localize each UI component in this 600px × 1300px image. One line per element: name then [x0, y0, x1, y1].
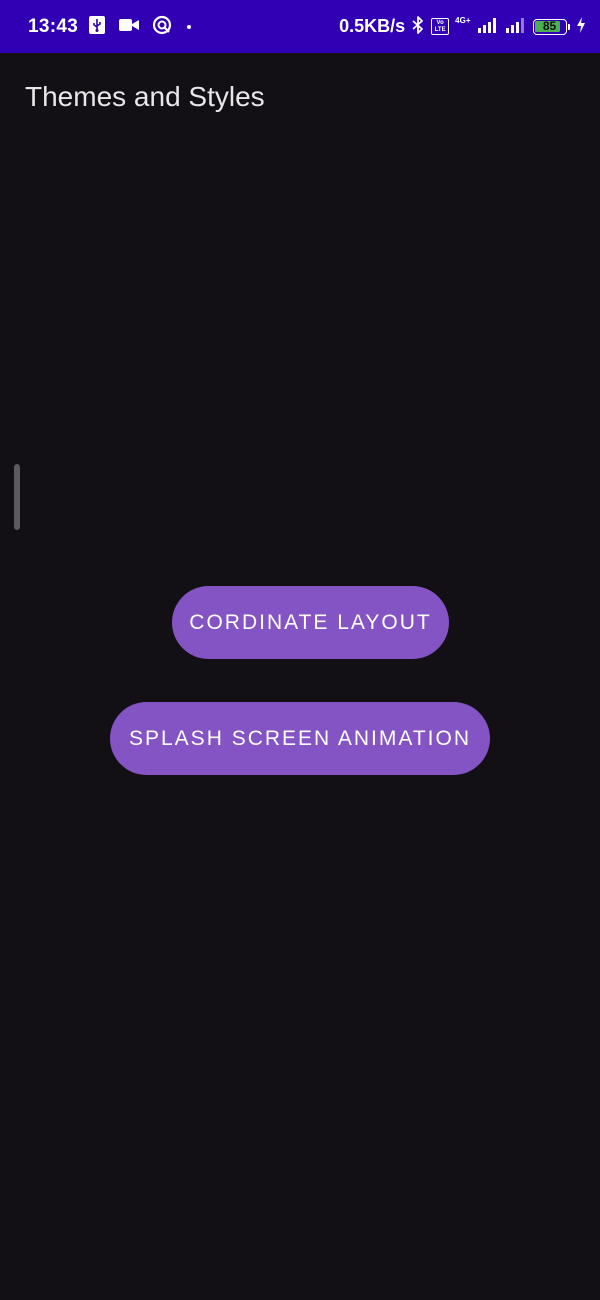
charging-bolt-icon — [576, 16, 586, 38]
cordinate-layout-button[interactable]: CORDINATE LAYOUT — [172, 586, 449, 659]
usb-icon — [88, 15, 106, 39]
status-right-icons: 0.5KB/s Vo LTE 4G+ 85 — [339, 15, 586, 39]
status-time: 13:43 — [28, 15, 79, 37]
battery-icon: 85 — [532, 18, 570, 35]
splash-screen-animation-button[interactable]: SPLASH SCREEN ANIMATION — [110, 702, 490, 775]
signal-strength-secondary-icon — [505, 16, 527, 38]
network-type: 4G+ — [455, 16, 471, 25]
status-left-icons — [88, 15, 194, 39]
dot-icon — [184, 17, 194, 36]
volte-icon: Vo LTE — [431, 18, 450, 35]
bluetooth-icon — [411, 15, 425, 39]
video-camera-icon — [118, 17, 140, 37]
signal-strength-icon — [477, 16, 499, 38]
status-bar: 13:43 0.5KB/s Vo LTE 4G+ 85 — [0, 0, 600, 53]
network-speed: 0.5KB/s — [339, 16, 406, 36]
hotspot-icon — [152, 15, 172, 39]
scroll-indicator[interactable] — [14, 464, 20, 530]
battery-level: 85 — [542, 18, 557, 33]
app-title: Themes and Styles — [25, 81, 265, 112]
